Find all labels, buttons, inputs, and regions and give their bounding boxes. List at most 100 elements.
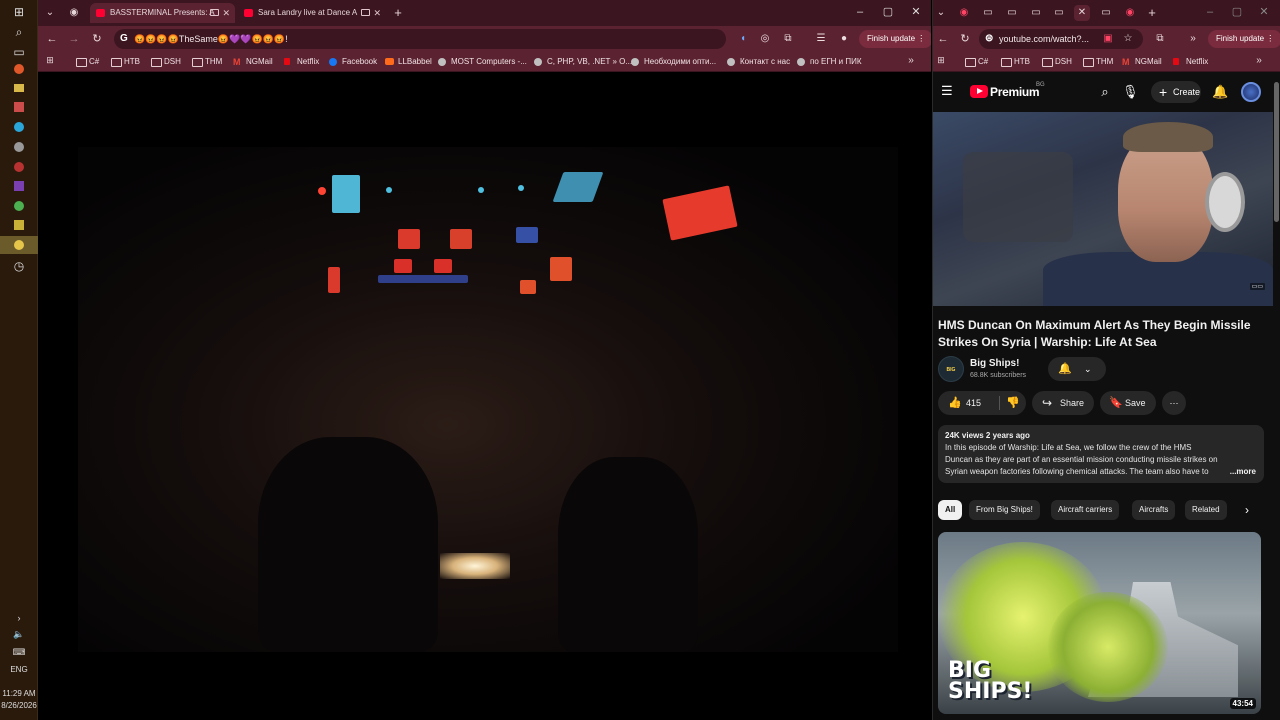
keyboard-icon[interactable]: ⌨ — [11, 644, 27, 660]
more-bookmarks-icon[interactable]: » — [903, 53, 919, 69]
tab-search-icon[interactable]: ⌄ — [933, 5, 949, 21]
close-window-button[interactable]: ✕ — [907, 4, 925, 20]
close-icon[interactable]: ✕ — [373, 3, 381, 23]
search-icon[interactable]: ⌕ — [11, 24, 27, 40]
back-button[interactable]: ← — [44, 31, 60, 47]
channel-avatar[interactable]: BIG SHIPS — [938, 356, 964, 399]
tab-sara-landry[interactable]: Sara Landry live at Dance A ✕ — [238, 3, 386, 23]
tab-icon[interactable]: ▭ — [1028, 5, 1044, 21]
create-button[interactable]: Create — [1151, 81, 1201, 103]
thumbs-up-icon[interactable]: 👍 — [948, 391, 962, 415]
extensions-icon[interactable]: ⧉ — [1152, 31, 1168, 47]
notifications-bell-icon[interactable]: 🔔 — [1212, 84, 1228, 100]
description-box[interactable]: 24K views 2 years ago In this episode of… — [938, 425, 1264, 483]
like-count[interactable]: 415 — [966, 391, 981, 415]
avatar[interactable] — [1241, 82, 1261, 102]
reload-button[interactable]: ↻ — [957, 31, 973, 47]
more-tools-icon[interactable]: » — [1185, 31, 1201, 47]
share-button[interactable]: ↪ Share — [1032, 391, 1094, 415]
bookmark-folder[interactable]: C# — [965, 55, 988, 69]
volume-network-icon[interactable]: 🔈 — [11, 626, 27, 642]
new-tab-button[interactable]: + — [1144, 5, 1160, 21]
app-icon-2[interactable] — [14, 220, 24, 230]
search-icon[interactable]: ⌕ — [1097, 84, 1113, 100]
bookmark-folder[interactable]: THM — [192, 55, 222, 69]
tab-search-icon[interactable]: ⌄ — [42, 5, 58, 21]
minimize-button[interactable]: – — [851, 4, 869, 20]
clock-date[interactable]: 8/26/2026 — [0, 701, 38, 711]
media-playing-icon[interactable] — [361, 9, 370, 16]
video-player[interactable] — [38, 72, 931, 720]
save-button[interactable]: 🔖 Save — [1100, 391, 1156, 415]
bookmark-options[interactable]: Необходими опти... — [631, 55, 716, 69]
clock-time[interactable]: 11:29 AM — [0, 689, 38, 699]
youtube-app-icon[interactable]: ▣ — [1100, 31, 1116, 47]
settings-app-icon[interactable] — [14, 142, 24, 152]
recommended-video-thumbnail[interactable]: BIG SHIPS! 43:54 — [938, 532, 1261, 714]
profile-icon[interactable]: ● — [836, 31, 852, 47]
chrome-icon[interactable] — [14, 201, 24, 211]
maximize-button[interactable]: ▢ — [879, 4, 897, 20]
microphone-icon[interactable]: 🎙 — [1122, 84, 1139, 100]
bookmark-cphp[interactable]: C, PHP, VB, .NET » O... — [534, 55, 632, 69]
tab-icon[interactable]: ◉ — [956, 5, 972, 21]
chip-aircraft-carriers[interactable]: Aircraft carriers — [1051, 500, 1120, 520]
apps-grid-icon[interactable]: ⊞ — [42, 52, 58, 68]
finish-update-button[interactable]: Finish update ⋮ — [859, 30, 931, 48]
queue-icon[interactable]: ☰ — [813, 31, 829, 47]
tab-icon[interactable]: ◉ — [1122, 5, 1138, 21]
more-actions-button[interactable]: ⋯ — [1162, 391, 1186, 415]
language-indicator[interactable]: ENG — [0, 665, 38, 675]
maximize-button[interactable]: ▢ — [1228, 4, 1246, 20]
bookmark-most[interactable]: MOST Computers -... — [438, 55, 527, 69]
start-icon[interactable]: ⊞ — [11, 4, 27, 20]
channel-name[interactable]: Big Ships! — [970, 358, 1019, 369]
bookmark-folder[interactable]: DSH — [151, 55, 181, 69]
thumbs-down-icon[interactable]: 👎 — [1006, 391, 1020, 415]
file-explorer-icon[interactable] — [14, 84, 24, 92]
media-playing-icon[interactable] — [210, 9, 219, 16]
reload-button[interactable]: ↻ — [89, 31, 105, 47]
extensions-icon[interactable]: ⧉ — [780, 31, 796, 47]
bookmark-ngmail[interactable]: NGMail — [1122, 55, 1162, 69]
bookmark-contact[interactable]: Контакт с нас — [727, 55, 790, 69]
forward-button[interactable]: → — [66, 31, 82, 47]
close-window-button[interactable]: ✕ — [1255, 4, 1273, 20]
chevron-right-icon[interactable]: › — [1239, 502, 1255, 518]
firefox-icon[interactable] — [14, 64, 24, 74]
bookmark-folder[interactable]: C# — [76, 55, 99, 69]
new-tab-button[interactable]: + — [390, 5, 406, 21]
chip-related[interactable]: Related — [1185, 500, 1227, 520]
bookmark-netflix[interactable]: Netflix — [1173, 55, 1208, 69]
media-control-icon[interactable]: ◖ — [735, 31, 751, 47]
clock-app-icon[interactable]: ◷ — [11, 258, 27, 274]
tab-basterminal[interactable]: BASSTERMINAL Presents: A ✕ — [90, 3, 235, 23]
bookmark-ngmail[interactable]: NGMail — [233, 55, 273, 69]
bookmark-folder[interactable]: DSH — [1042, 55, 1072, 69]
bookmark-facebook[interactable]: Facebook — [329, 55, 377, 69]
bookmark-llbabbel[interactable]: LLBabbel — [385, 55, 432, 69]
bookmark-folder[interactable]: НТВ — [111, 55, 140, 69]
scrollbar[interactable] — [1274, 82, 1279, 222]
tab-group-icon[interactable]: ◉ — [66, 5, 82, 21]
address-bar[interactable]: ⊜ youtube.com/watch?... — [979, 29, 1143, 49]
onenote-icon[interactable] — [14, 181, 24, 191]
address-bar[interactable]: G 😡😡😡😡TheSame😡💜💜😡😡😡! — [114, 29, 726, 49]
show-more-link[interactable]: ...more — [1226, 466, 1256, 478]
bookmark-netflix[interactable]: Netflix — [284, 55, 319, 69]
finish-update-button[interactable]: Finish update ⋮ — [1208, 30, 1280, 48]
youtube-logo-icon[interactable] — [970, 85, 988, 98]
more-bookmarks-icon[interactable]: » — [1251, 53, 1267, 69]
chevron-right-icon[interactable]: › — [11, 610, 27, 626]
tab-icon[interactable]: ▭ — [1004, 5, 1020, 21]
bookmark-star-icon[interactable]: ☆ — [1120, 31, 1136, 47]
close-icon[interactable]: ✕ — [1074, 5, 1090, 21]
bookmark-folder[interactable]: THM — [1083, 55, 1113, 69]
chip-from-channel[interactable]: From Big Ships! — [969, 500, 1040, 520]
edge-icon[interactable] — [14, 122, 24, 132]
tab-icon[interactable]: ▭ — [980, 5, 996, 21]
captions-icon[interactable]: ▭▭ — [1249, 283, 1265, 290]
youtube-video-player[interactable]: ▭▭ — [933, 112, 1273, 306]
apps-grid-icon[interactable]: ⊞ — [933, 52, 949, 68]
incognito-icon[interactable]: ◎ — [757, 31, 773, 47]
